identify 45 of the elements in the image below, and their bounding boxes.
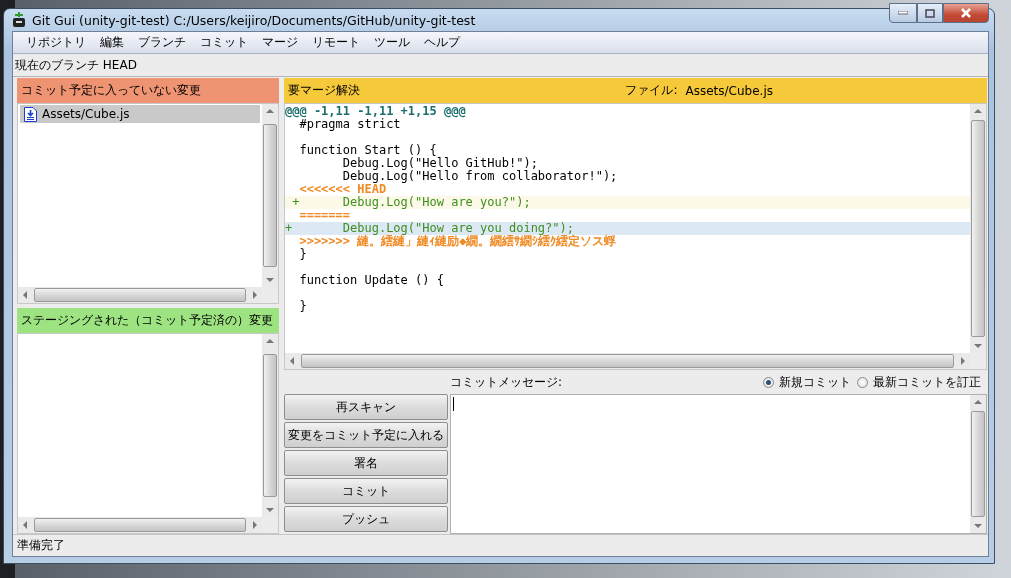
menu-item[interactable]: リモート	[305, 34, 367, 51]
action-button[interactable]: 変更をコミット予定に入れる	[284, 422, 448, 448]
diff-line: >>>>>>> 縺。繧縺」縺ｨ縺励◆繝。繝繧ｻ繝ｼ繧ｸ繧定ソス蜉	[298, 235, 618, 248]
menu-item[interactable]: ツール	[367, 34, 417, 51]
merge-status: 要マージ解決	[288, 82, 361, 99]
menu-item[interactable]: 編集	[93, 34, 131, 51]
diff-line: function Start () {	[298, 144, 438, 157]
radio-button[interactable]: 新規コミット	[763, 373, 851, 391]
menu-item[interactable]: リポジトリ	[19, 34, 93, 51]
diff-line: Debug.Log("Hello from collaborator!");	[341, 170, 619, 183]
menu-item[interactable]: ブランチ	[131, 34, 193, 51]
staged-header: ステージングされた（コミット予定済の）変更	[17, 308, 279, 333]
diff-line: Debug.Log("Hello GitHub!");	[341, 157, 538, 170]
file-path: Assets/Cube.js	[685, 83, 773, 98]
maximize-icon	[925, 8, 935, 18]
action-button[interactable]: コミット	[284, 478, 448, 504]
maximize-button[interactable]	[917, 3, 943, 23]
unstaged-header: コミット予定に入っていない変更	[17, 78, 279, 103]
close-icon	[960, 8, 972, 18]
file-item[interactable]: Assets/Cube.js	[20, 105, 260, 123]
menu-item[interactable]: コミット	[193, 34, 255, 51]
file-label: ファイル:	[625, 82, 678, 99]
menu-item[interactable]: マージ	[255, 34, 305, 51]
minimize-icon	[898, 11, 908, 15]
diff-line: @@@ -1,11 -1,11 +1,15 @@@	[285, 105, 467, 118]
status-text: 準備完了	[17, 537, 65, 554]
window-title: Git Gui (unity-git-test) C:/Users/keijiro/Documents/GitHub/unity-git-test	[32, 12, 477, 28]
menu-item[interactable]: ヘルプ	[417, 34, 467, 51]
diff-line: <<<<<<< HEAD	[298, 183, 387, 196]
diff-line: #pragma strict	[299, 118, 402, 131]
diff-line: function Update () {	[298, 274, 445, 287]
diff-line: }	[298, 248, 308, 261]
app-icon	[12, 12, 26, 28]
commit-message-field[interactable]	[450, 394, 987, 534]
action-button[interactable]: 署名	[284, 450, 448, 476]
diff-line: }	[298, 300, 308, 313]
vertical-scrollbar[interactable]	[970, 395, 986, 533]
branch-label: 現在のブランチ HEAD	[15, 56, 137, 74]
action-button[interactable]: プッシュ	[284, 506, 448, 532]
radio-button[interactable]: 最新コミットを訂正	[857, 373, 981, 391]
minimize-button[interactable]	[889, 3, 917, 23]
diff-line: =======	[298, 209, 351, 222]
action-button[interactable]: 再スキャン	[284, 394, 448, 420]
commit-message-label: コミットメッセージ:	[450, 373, 564, 391]
close-button[interactable]	[943, 3, 989, 23]
